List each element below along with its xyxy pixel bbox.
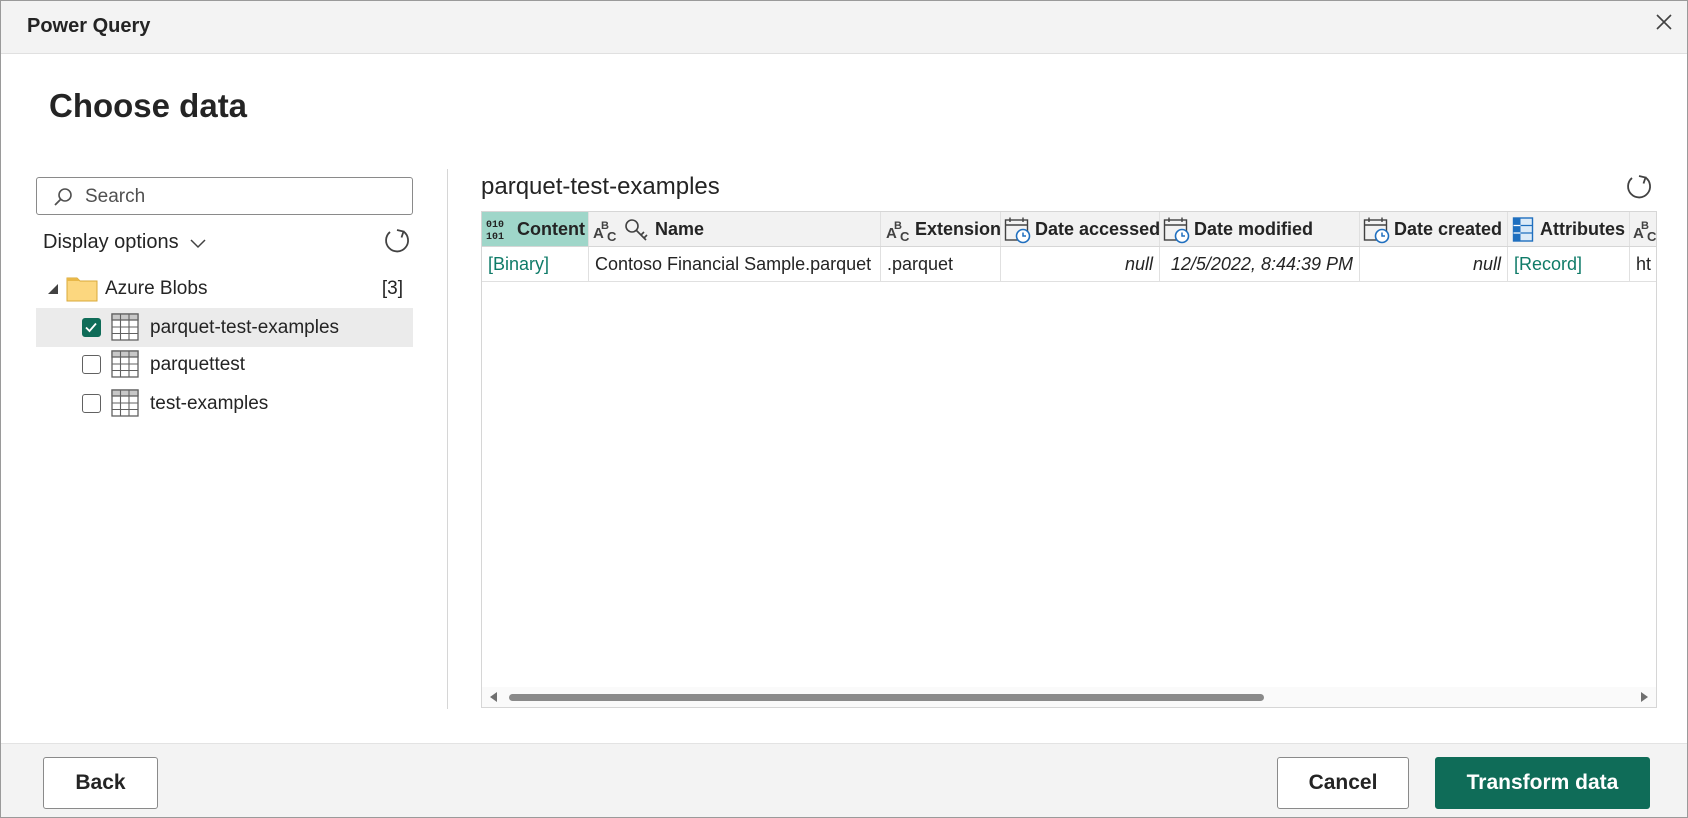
tree-item-parquet-test-examples[interactable]: parquet-test-examples — [36, 308, 413, 347]
dialog-footer: Back Cancel Transform data — [1, 743, 1687, 817]
column-header-label: Attributes — [1540, 219, 1625, 239]
transform-data-button[interactable]: Transform data — [1435, 757, 1650, 809]
scroll-left-icon[interactable] — [490, 692, 497, 702]
column-header-attributes[interactable]: Attributes — [1508, 212, 1630, 246]
table-icon — [111, 313, 139, 341]
tree-item-test-examples[interactable]: test-examples — [36, 384, 413, 423]
item-count: [3] — [381, 278, 403, 299]
window-title: Power Query — [27, 15, 151, 37]
cell-date-accessed: null — [1001, 247, 1160, 281]
page-title: Choose data — [49, 87, 248, 124]
title-bar: Power Query — [1, 1, 1687, 54]
table-icon — [111, 389, 139, 417]
pane-divider — [447, 169, 448, 709]
checkbox-unchecked[interactable] — [82, 394, 101, 413]
cell-name: Contoso Financial Sample.parquet — [589, 247, 881, 281]
cell-attributes[interactable]: [Record] — [1508, 247, 1630, 281]
record-type-icon — [1512, 217, 1534, 242]
tree-item-label: parquettest — [150, 354, 246, 375]
table-icon — [111, 350, 139, 378]
cell-date-created: null — [1360, 247, 1508, 281]
expand-triangle-icon[interactable] — [46, 282, 60, 296]
svg-text:C: C — [607, 229, 617, 244]
table-row: [Binary] Contoso Financial Sample.parque… — [482, 247, 1656, 282]
refresh-icon[interactable] — [381, 225, 413, 262]
column-header-label: Date accessed — [1035, 219, 1161, 239]
svg-text:C: C — [1647, 229, 1657, 244]
column-header-date-accessed[interactable]: Date accessed — [1001, 212, 1160, 246]
scrollbar-thumb[interactable] — [509, 694, 1264, 701]
cell-truncated: ht — [1630, 247, 1656, 281]
column-header-date-created[interactable]: Date created — [1360, 212, 1508, 246]
horizontal-scrollbar[interactable] — [482, 687, 1656, 707]
datetime-type-icon — [1363, 217, 1390, 244]
cancel-button[interactable]: Cancel — [1277, 757, 1409, 809]
back-button[interactable]: Back — [43, 757, 158, 809]
column-header-extension[interactable]: A B C Extension — [881, 212, 1001, 246]
search-input[interactable] — [83, 183, 407, 211]
column-header-label: Date created — [1394, 219, 1503, 239]
column-header-label: Content — [517, 219, 585, 239]
datetime-type-icon — [1163, 217, 1190, 244]
svg-text:C: C — [900, 229, 910, 244]
column-header-label: Date modified — [1194, 219, 1314, 239]
search-icon — [54, 188, 72, 206]
column-header-name[interactable]: A B C Name — [589, 212, 881, 246]
checkbox-checked[interactable] — [82, 318, 101, 337]
column-header-content[interactable]: 010 101 Content — [482, 212, 589, 246]
power-query-dialog: Power Query Choose data Display options — [0, 0, 1688, 818]
display-options-dropdown[interactable]: Display options — [43, 231, 207, 254]
svg-text:010: 010 — [486, 220, 504, 231]
search-box[interactable] — [36, 177, 413, 215]
column-header-date-modified[interactable]: Date modified — [1160, 212, 1360, 246]
column-header-label: Name — [655, 219, 705, 239]
datetime-type-icon — [1004, 217, 1031, 244]
column-header-truncated[interactable]: A B C — [1630, 212, 1657, 246]
binary-type-icon: 010 101 — [486, 220, 504, 242]
scroll-right-icon[interactable] — [1641, 692, 1648, 702]
tree-node-azure-blobs[interactable]: Azure Blobs [3] — [36, 269, 413, 308]
chevron-down-icon — [190, 238, 206, 248]
cell-content[interactable]: [Binary] — [482, 247, 589, 281]
svg-text:101: 101 — [486, 232, 504, 242]
grid-header-row: 010 101 Content A B C Name A B C Extensi… — [482, 212, 1657, 247]
text-type-icon: A B C — [886, 220, 910, 244]
text-key-type-icon: A B C — [593, 219, 648, 244]
refresh-icon[interactable] — [1623, 171, 1655, 208]
text-type-icon: A B C — [1633, 220, 1657, 244]
tree-node-label: Azure Blobs — [105, 278, 208, 299]
cell-extension: .parquet — [881, 247, 1001, 281]
tree-item-label: parquet-test-examples — [150, 317, 340, 338]
tree-item-parquettest[interactable]: parquettest — [36, 345, 413, 384]
display-options-label: Display options — [43, 231, 179, 253]
preview-grid: 010 101 Content A B C Name A B C Extensi… — [481, 211, 1657, 708]
cell-date-modified: 12/5/2022, 8:44:39 PM — [1160, 247, 1360, 281]
checkbox-unchecked[interactable] — [82, 355, 101, 374]
close-icon[interactable] — [1651, 9, 1677, 35]
folder-icon — [66, 277, 98, 302]
tree-item-label: test-examples — [150, 393, 269, 414]
preview-title: parquet-test-examples — [481, 173, 720, 200]
column-header-label: Extension — [915, 219, 1002, 239]
